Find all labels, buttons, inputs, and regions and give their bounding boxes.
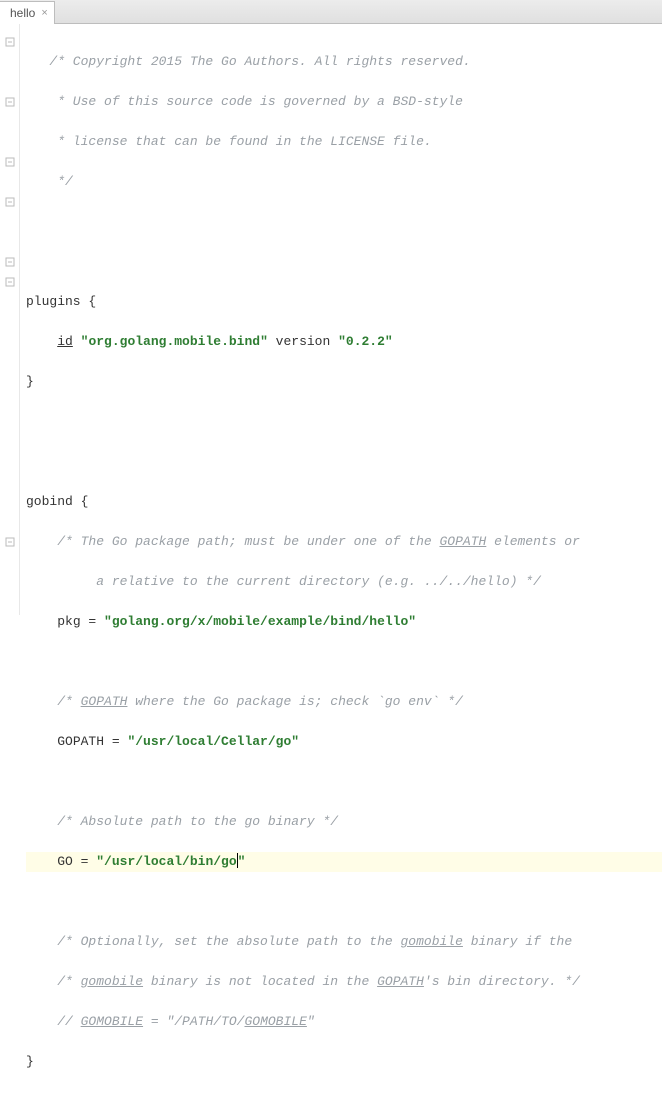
fold-icon[interactable] — [5, 37, 15, 47]
fold-icon[interactable] — [5, 197, 15, 207]
go-value: "/usr/local/bin/go — [96, 854, 236, 869]
gopath-value: "/usr/local/Cellar/go" — [127, 734, 299, 749]
plugin-version: "0.2.2" — [338, 334, 393, 349]
gopath-key: GOPATH = — [57, 734, 127, 749]
plugin-id: "org.golang.mobile.bind" — [81, 334, 268, 349]
keyword: plugins — [26, 294, 81, 309]
pkg-key: pkg = — [57, 614, 104, 629]
close-icon[interactable]: × — [41, 7, 47, 19]
tab-label: hello — [10, 6, 35, 20]
keyword: gobind — [26, 494, 73, 509]
fold-icon[interactable] — [5, 97, 15, 107]
cursor — [237, 853, 238, 868]
comment: * license that can be found in the LICEN… — [49, 134, 431, 149]
fold-icon[interactable] — [5, 537, 15, 547]
comment: */ — [49, 174, 72, 189]
comment: /* Copyright 2015 The Go Authors. All ri… — [49, 54, 470, 69]
comment: * Use of this source code is governed by… — [49, 94, 462, 109]
tab-bar: hello × — [0, 0, 662, 24]
id-keyword: id — [57, 334, 73, 349]
fold-icon[interactable] — [5, 277, 15, 287]
go-key: GO = — [57, 854, 96, 869]
pkg-value: "golang.org/x/mobile/example/bind/hello" — [104, 614, 416, 629]
editor: /* Copyright 2015 The Go Authors. All ri… — [0, 24, 662, 615]
gutter — [0, 24, 20, 615]
code-area[interactable]: /* Copyright 2015 The Go Authors. All ri… — [20, 24, 662, 615]
tab-hello[interactable]: hello × — [0, 1, 55, 24]
fold-icon[interactable] — [5, 157, 15, 167]
fold-icon[interactable] — [5, 257, 15, 267]
